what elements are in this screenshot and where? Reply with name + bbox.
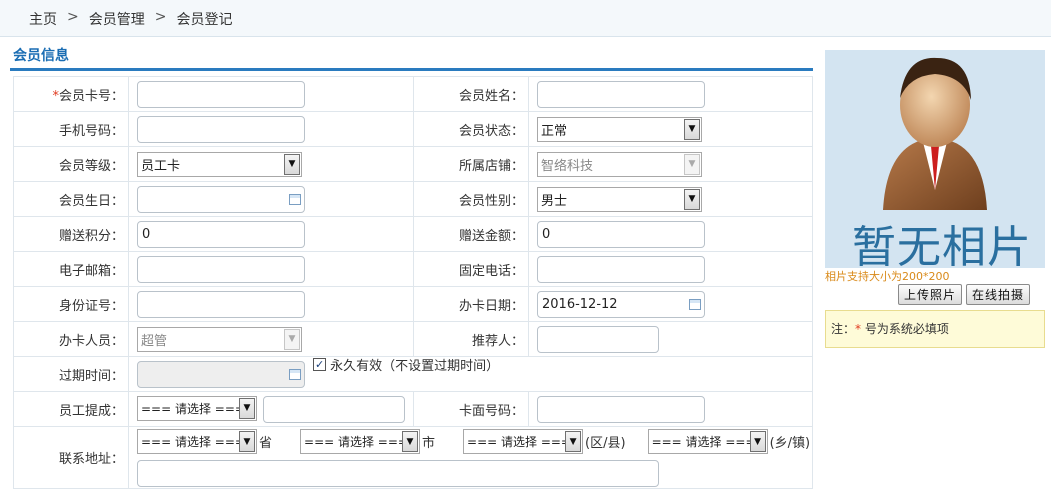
amount-label: 赠送金额： (413, 216, 529, 252)
chevron-down-icon: ▼ (239, 431, 255, 452)
photo-buttons: 上传照片 在线拍摄 (898, 284, 1031, 305)
chevron-down-icon: ▼ (402, 431, 419, 452)
status-label: 会员状态： (413, 111, 529, 147)
address-detail-input[interactable] (137, 460, 659, 487)
name-label: 会员姓名： (413, 76, 529, 112)
form-row: 赠送积分： 赠送金额： (13, 216, 813, 252)
district-unit: (区/县) (585, 436, 626, 451)
town-select[interactable]: === 请选择 === ▼ (647, 429, 768, 454)
phone-label: 手机号码： (13, 111, 129, 147)
chevron-down-icon: ▼ (239, 397, 255, 419)
birthday-input[interactable] (137, 185, 305, 213)
card-no-input[interactable] (137, 80, 305, 108)
commission-label: 员工提成： (13, 391, 129, 427)
referrer-input[interactable] (537, 325, 659, 353)
chevron-down-icon: ▼ (684, 153, 700, 175)
email-label: 电子邮箱： (13, 251, 129, 287)
store-select: 智络科技 ▼ (537, 151, 702, 177)
commission-select[interactable]: === 请选择 === ▼ (137, 395, 257, 421)
form-row: 办卡人员： 超管 ▼ 推荐人： (13, 321, 813, 357)
handler-label: 办卡人员： (13, 321, 129, 357)
member-form: *会员卡号： 会员姓名： 手机号码： 会员状态： 正常 ▼ 会员等级： 员工卡 ▼ … (13, 76, 813, 489)
tel-input[interactable] (537, 255, 705, 283)
city-select[interactable]: === 请选择 === ▼ (300, 429, 421, 454)
breadcrumb-bar: 主页 > 会员管理 > 会员登记 (0, 0, 1051, 37)
required-note: 注：* 号为系统必填项 (825, 310, 1045, 348)
tel-label: 固定电话： (413, 251, 529, 287)
name-input[interactable] (537, 80, 705, 108)
chevron-down-icon: ▼ (749, 431, 766, 452)
form-row: 会员生日： 会员性别： 男士 ▼ (13, 181, 813, 217)
section-divider (10, 68, 813, 71)
breadcrumb-member-register: 会员登记 (176, 12, 233, 28)
expire-input (137, 360, 305, 388)
province-select[interactable]: === 请选择 === ▼ (137, 429, 257, 454)
expire-label: 过期时间： (13, 356, 129, 392)
form-row: 手机号码： 会员状态： 正常 ▼ (13, 111, 813, 147)
chevron-down-icon: ▼ (684, 118, 700, 140)
address-label: 联系地址： (13, 426, 129, 489)
level-label: 会员等级： (13, 146, 129, 182)
idcard-label: 身份证号： (13, 286, 129, 322)
card-date-input[interactable] (537, 290, 705, 318)
section-title: 会员信息 (13, 48, 69, 64)
form-row: 员工提成： === 请选择 === ▼ 卡面号码： (13, 391, 813, 427)
town-unit: (乡/镇) (769, 436, 811, 451)
referrer-label: 推荐人： (413, 321, 529, 357)
card-date-label: 办卡日期： (413, 286, 529, 322)
face-no-input[interactable] (537, 395, 705, 423)
birthday-label: 会员生日： (13, 181, 129, 217)
upload-photo-button[interactable]: 上传照片 (898, 284, 963, 305)
email-input[interactable] (137, 255, 305, 283)
permanent-option[interactable]: ✓ 永久有效（不设置过期时间） (313, 355, 499, 374)
breadcrumb-separator: > (154, 9, 167, 25)
form-row: 联系地址： === 请选择 === ▼ 省 === 请选择 === ▼ 市 === … (13, 426, 813, 489)
breadcrumb-home[interactable]: 主页 (29, 9, 57, 29)
commission-input[interactable] (263, 395, 406, 423)
chevron-down-icon: ▼ (565, 431, 582, 452)
calendar-icon (289, 368, 301, 380)
district-select[interactable]: === 请选择 === ▼ (463, 429, 584, 454)
form-row: 电子邮箱： 固定电话： (13, 251, 813, 287)
form-row: *会员卡号： 会员姓名： (13, 76, 813, 112)
chevron-down-icon: ▼ (684, 188, 700, 210)
province-unit: 省 (259, 436, 273, 451)
permanent-checkbox[interactable]: ✓ (313, 357, 327, 371)
gender-label: 会员性别： (413, 181, 529, 217)
form-row: 身份证号： 办卡日期： (13, 286, 813, 322)
no-photo-text: 暂无相片 (852, 222, 1032, 273)
points-label: 赠送积分： (13, 216, 129, 252)
points-input[interactable] (137, 220, 305, 248)
photo-size-hint: 相片支持大小为200*200 (825, 270, 950, 283)
breadcrumb-separator: > (67, 9, 79, 25)
status-select[interactable]: 正常 ▼ (537, 116, 702, 142)
handler-select: 超管 ▼ (137, 326, 302, 352)
breadcrumb: 主页 > 会员管理 > 会员登记 (29, 9, 232, 29)
city-unit: 市 (422, 436, 436, 451)
amount-input[interactable] (537, 220, 705, 248)
address-selects: === 请选择 === ▼ 省 === 请选择 === ▼ 市 === 请选择 ==… (137, 429, 812, 454)
permanent-label: 永久有效（不设置过期时间） (330, 358, 500, 374)
chevron-down-icon: ▼ (284, 153, 300, 175)
level-select[interactable]: 员工卡 ▼ (137, 151, 302, 177)
camera-capture-button[interactable]: 在线拍摄 (966, 284, 1031, 305)
face-no-label: 卡面号码： (413, 391, 529, 427)
card-no-label: *会员卡号： (13, 76, 129, 112)
chevron-down-icon: ▼ (284, 328, 300, 350)
form-row: 会员等级： 员工卡 ▼ 所属店铺： 智络科技 ▼ (13, 146, 813, 182)
gender-select[interactable]: 男士 ▼ (537, 186, 702, 212)
calendar-icon[interactable] (289, 193, 301, 205)
calendar-icon[interactable] (689, 298, 701, 310)
idcard-input[interactable] (137, 290, 305, 318)
form-row: 过期时间： ✓ 永久有效（不设置过期时间） (13, 355, 813, 392)
breadcrumb-member-management[interactable]: 会员管理 (89, 9, 145, 29)
store-label: 所属店铺： (413, 146, 529, 182)
phone-input[interactable] (137, 115, 305, 143)
